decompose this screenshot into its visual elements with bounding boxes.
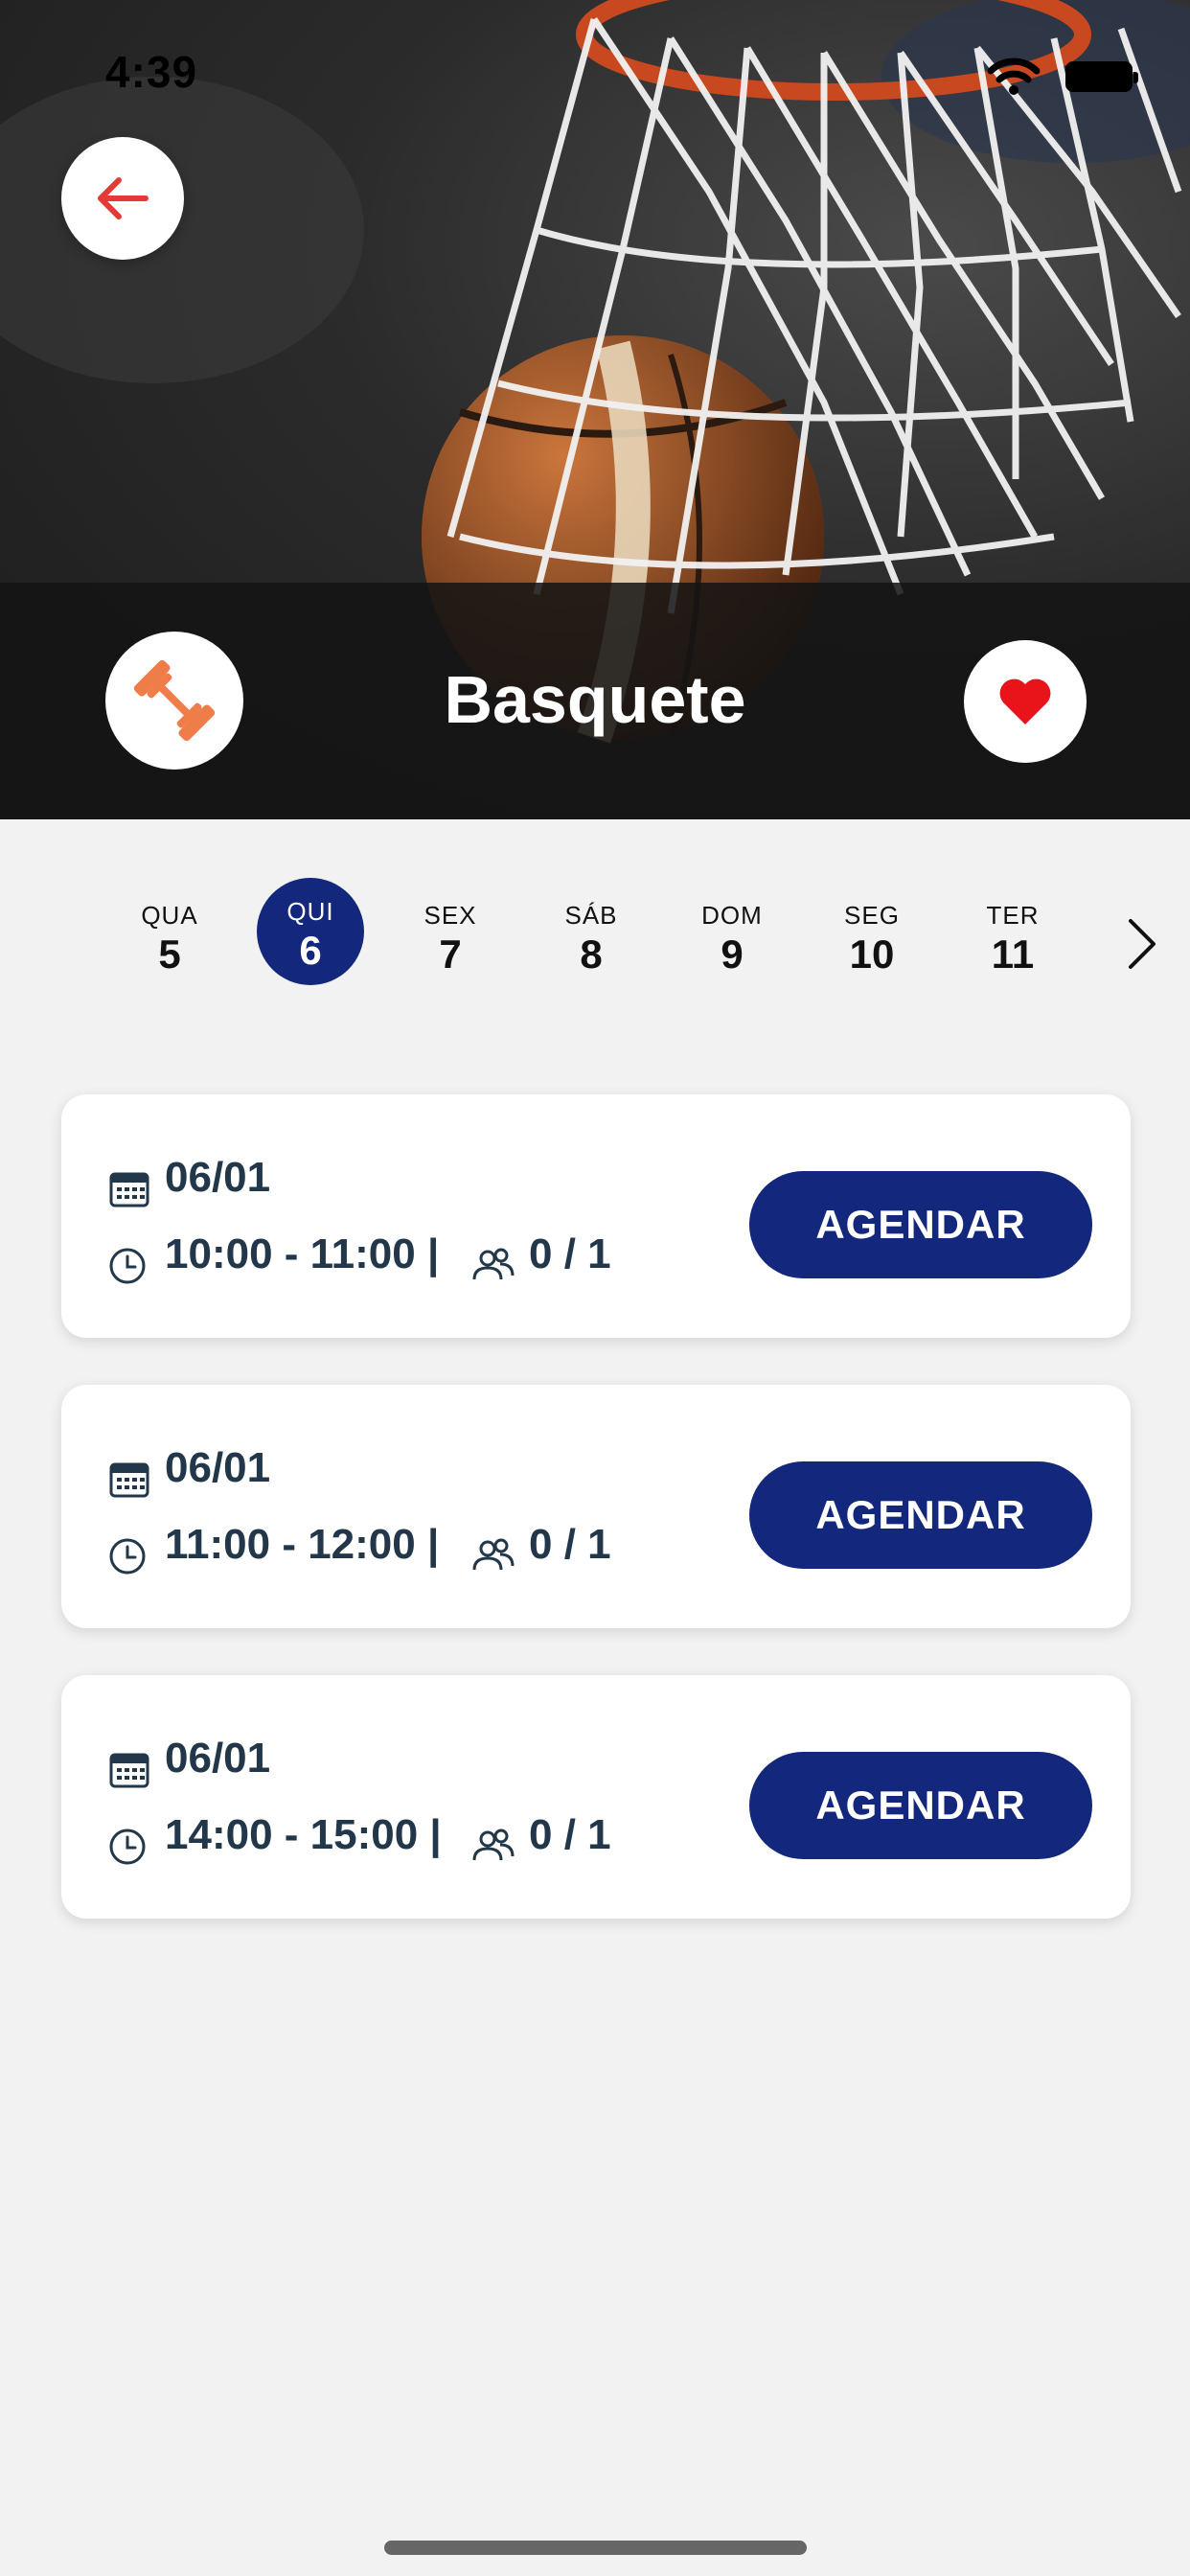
clock-icon — [109, 1828, 146, 1865]
day-item[interactable]: SÁB 8 — [534, 872, 649, 987]
heart-icon — [999, 678, 1051, 724]
back-button[interactable] — [61, 137, 184, 260]
status-time: 4:39 — [105, 47, 198, 97]
day-item-selected[interactable]: QUI 6 — [257, 878, 364, 985]
slot-capacity: 0 / 1 — [529, 1230, 611, 1277]
slot-date: 06/01 — [165, 1444, 271, 1491]
day-number: 11 — [991, 932, 1035, 977]
clock-icon — [109, 1538, 146, 1575]
people-icon — [472, 1828, 515, 1861]
slot-capacity: 0 / 1 — [529, 1811, 611, 1858]
calendar-icon — [109, 1753, 149, 1788]
day-weekday: QUA — [141, 901, 198, 930]
slot-date: 06/01 — [165, 1154, 271, 1201]
day-weekday: SÁB — [564, 901, 618, 930]
day-weekday: SEG — [844, 901, 900, 930]
schedule-card: 06/01 11:00 - 12:00 | 0 / 1 AGENDAR — [61, 1385, 1131, 1628]
clock-icon — [109, 1248, 146, 1284]
day-item[interactable]: SEX 7 — [393, 872, 508, 987]
day-item[interactable]: QUA 5 — [112, 872, 227, 987]
slot-time: 11:00 - 12:00 | — [165, 1521, 440, 1568]
schedule-button[interactable]: AGENDAR — [749, 1461, 1092, 1569]
day-weekday: DOM — [701, 901, 763, 930]
slot-time: 10:00 - 11:00 | — [165, 1230, 440, 1277]
slot-date: 06/01 — [165, 1735, 271, 1782]
people-icon — [472, 1248, 515, 1280]
day-number: 7 — [439, 932, 462, 977]
day-item[interactable]: DOM 9 — [675, 872, 790, 987]
schedule-button[interactable]: AGENDAR — [749, 1171, 1092, 1278]
day-weekday: SEX — [423, 901, 477, 930]
schedule-card: 06/01 14:00 - 15:00 | 0 / 1 AGENDAR — [61, 1675, 1131, 1919]
calendar-icon — [109, 1462, 149, 1498]
calendar-icon — [109, 1172, 149, 1208]
slot-time: 14:00 - 15:00 | — [165, 1811, 442, 1858]
favorite-button[interactable] — [964, 640, 1087, 763]
day-number: 6 — [299, 928, 322, 973]
day-weekday: QUI — [286, 897, 334, 926]
people-icon — [472, 1538, 515, 1571]
day-weekday: TER — [986, 901, 1040, 930]
schedule-card: 06/01 10:00 - 11:00 | 0 / 1 AGENDAR — [61, 1094, 1131, 1338]
slot-capacity: 0 / 1 — [529, 1521, 611, 1568]
arrow-left-icon — [98, 177, 149, 219]
day-item[interactable]: SEG 10 — [814, 872, 929, 987]
chevron-right-icon[interactable] — [1123, 915, 1161, 973]
wifi-icon — [987, 58, 1041, 95]
day-number: 8 — [580, 932, 603, 977]
day-number: 10 — [849, 932, 895, 977]
schedule-button[interactable]: AGENDAR — [749, 1752, 1092, 1859]
day-selector: QUA 5 QUI 6 SEX 7 SÁB 8 DOM 9 SEG 10 TER… — [0, 872, 1190, 997]
status-icons — [987, 58, 1138, 96]
battery-icon — [1065, 61, 1138, 92]
day-item[interactable]: TER 11 — [955, 872, 1070, 987]
day-number: 5 — [158, 932, 181, 977]
home-indicator[interactable] — [384, 2541, 807, 2555]
day-number: 9 — [721, 932, 744, 977]
